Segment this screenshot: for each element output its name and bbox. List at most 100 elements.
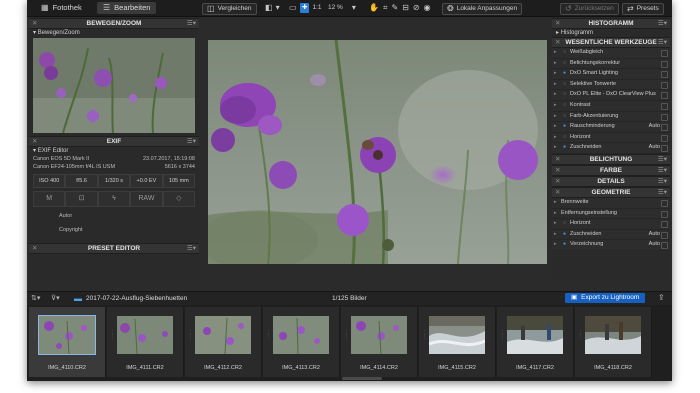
filmstrip-thumb[interactable]: ⋮ ⋮ IMG_4117.CR2 (497, 307, 574, 377)
tool-row[interactable]: ▸ ○ Horizont (552, 132, 670, 144)
settings-icon[interactable] (661, 221, 668, 229)
menu-icon[interactable]: ☰▾ (658, 19, 667, 28)
filmstrip-thumb[interactable]: ⋮ ⋮ IMG_4118.CR2 (575, 307, 652, 377)
tool-row[interactable]: ▸ ● Zuschneiden Auto (552, 143, 670, 154)
close-icon[interactable]: ✕ (555, 166, 560, 175)
geometry-row[interactable]: ▸ Entfernungseinstellung (552, 208, 670, 220)
settings-icon[interactable] (661, 134, 668, 142)
toggle-on-icon[interactable]: ● (563, 230, 566, 240)
export-lightroom-button[interactable]: ▣ Export zu Lightroom (565, 293, 646, 303)
geometry-row[interactable]: ▸ Brennweite (552, 197, 670, 209)
hand-tool-icon[interactable]: ✋ (369, 3, 379, 13)
close-icon[interactable]: ✕ (555, 19, 560, 28)
settings-icon[interactable] (661, 50, 668, 57)
toggle-icon[interactable]: ○ (563, 133, 566, 143)
zoom-100-button[interactable]: ✚ 1:1 (300, 3, 322, 13)
panel-header-preset[interactable]: ✕ PRESET EDITOR ☰▾ (29, 243, 199, 254)
settings-icon[interactable] (661, 145, 668, 153)
subsection-zoom[interactable]: ▾ Bewegen/Zoom (29, 29, 199, 37)
geometry-row[interactable]: ▸ ○ Horizont (552, 219, 670, 230)
local-adjustments-button[interactable]: ❂ Lokale Anpassungen (442, 3, 523, 15)
compare-button[interactable]: ◫ Vergleichen (202, 3, 257, 15)
toggle-icon[interactable]: ○ (563, 219, 566, 229)
horizon-icon[interactable]: ⊟ (402, 3, 409, 13)
panel-header-light[interactable]: ✕ BELICHTUNG ☰▾ (552, 153, 670, 165)
toggle-icon[interactable]: ○ (563, 59, 566, 69)
menu-icon[interactable]: ☰▾ (187, 19, 196, 28)
settings-icon[interactable] (661, 231, 668, 239)
main-image-viewer[interactable] (208, 40, 547, 264)
settings-icon[interactable] (661, 124, 668, 132)
filmstrip-thumb[interactable]: ⋮ ⋮ IMG_4115.CR2 (419, 307, 496, 377)
settings-icon[interactable] (661, 92, 668, 100)
zoom-select[interactable]: 12 % ▾ (328, 3, 356, 13)
tool-row[interactable]: ▸ ○ Selektive Tonwerte (552, 79, 670, 91)
settings-icon[interactable] (661, 81, 668, 89)
subsection-exif[interactable]: ▾ EXIF Editor (29, 147, 199, 155)
panel-header-details[interactable]: ✕ DETAILS ☰▾ (552, 175, 670, 187)
toggle-on-icon[interactable]: ● (563, 122, 566, 132)
tool-row[interactable]: ▸ ○ Weißabgleich (552, 48, 670, 59)
panel-header-exif[interactable]: ✕ EXIF ☰▾ (29, 136, 199, 147)
filmstrip-scrollbar[interactable] (342, 377, 382, 380)
panel-header-zoom[interactable]: ✕ BEWEGEN/ZOOM ☰▾ (29, 18, 199, 29)
toggle-icon[interactable]: ○ (563, 112, 566, 122)
settings-icon[interactable] (661, 199, 668, 207)
presets-button[interactable]: ⇄ Presets (622, 3, 664, 15)
menu-icon[interactable]: ☰▾ (658, 177, 667, 186)
filmstrip-thumb[interactable]: ⋮ ⋮ IMG_4112.CR2 (185, 307, 262, 377)
filter-icon[interactable]: ⊽▾ (51, 294, 60, 302)
close-icon[interactable]: ✕ (555, 177, 560, 186)
toggle-on-icon[interactable]: ● (563, 69, 566, 79)
fit-button[interactable]: ▭ (289, 3, 297, 13)
close-icon[interactable]: ✕ (32, 137, 37, 146)
settings-icon[interactable] (661, 242, 668, 250)
close-icon[interactable]: ✕ (32, 244, 37, 253)
settings-icon[interactable] (661, 71, 668, 79)
subsection-histogram[interactable]: ▸ Histogramm (552, 29, 670, 37)
tab-library[interactable]: ▦ Fotothek (35, 2, 88, 14)
filmstrip-thumb[interactable]: ⋮ ⋮ IMG_4110.CR2 (29, 307, 106, 377)
toggle-icon[interactable]: ○ (563, 90, 566, 100)
tool-row[interactable]: ▸ ● DxO Smart Lighting (552, 69, 670, 80)
preview-eye-icon[interactable]: ◉ (424, 3, 431, 13)
geometry-row[interactable]: ▸ ● Verzeichnung Auto (552, 240, 670, 251)
filmstrip-thumb[interactable]: ⋮ ⋮ IMG_4113.CR2 (263, 307, 340, 377)
sort-icon[interactable]: ⇅▾ (31, 294, 40, 302)
toggle-on-icon[interactable]: ● (563, 143, 566, 153)
settings-icon[interactable] (661, 60, 668, 68)
panel-header-histogram[interactable]: ✕ HISTOGRAMM ☰▾ (552, 18, 670, 29)
eyedropper-icon[interactable]: ✎ (391, 3, 398, 13)
menu-icon[interactable]: ☰▾ (187, 244, 196, 253)
toggle-icon[interactable]: ○ (563, 48, 566, 58)
menu-icon[interactable]: ☰▾ (658, 38, 667, 47)
geometry-row[interactable]: ▸ ● Zuschneiden Auto (552, 229, 670, 241)
share-icon[interactable]: ⇪ (658, 293, 665, 302)
tab-edit[interactable]: ☰ Bearbeiten (97, 2, 157, 14)
toggle-on-icon[interactable]: ● (563, 240, 566, 250)
filmstrip-thumb[interactable]: ⋮ ⋮ IMG_4114.CR2 (341, 307, 418, 377)
filmstrip-thumb[interactable]: ⋮ ⋮ IMG_4111.CR2 (107, 307, 184, 377)
panel-header-color[interactable]: ✕ FARBE ☰▾ (552, 164, 670, 176)
tool-row[interactable]: ▸ ○ Farb-Akzentuierung (552, 111, 670, 123)
settings-icon[interactable] (661, 113, 668, 121)
view-mode-button[interactable]: ◧ ▾ (265, 3, 280, 13)
menu-icon[interactable]: ☰▾ (187, 137, 196, 146)
close-icon[interactable]: ✕ (555, 155, 560, 164)
panel-header-tools[interactable]: ✕ WESENTLICHE WERKZEUGE ☰▾ (552, 37, 670, 48)
menu-icon[interactable]: ☰▾ (658, 166, 667, 175)
menu-icon[interactable]: ☰▾ (658, 155, 667, 164)
crop-icon[interactable]: ⌗ (383, 3, 388, 13)
tool-row[interactable]: ▸ ● Rauschminderung Auto (552, 122, 670, 133)
close-icon[interactable]: ✕ (555, 188, 560, 197)
toggle-icon[interactable]: ○ (563, 101, 566, 111)
repair-icon[interactable]: ⊘ (413, 3, 420, 13)
tool-row[interactable]: ▸ ○ Kontrast (552, 100, 670, 112)
close-icon[interactable]: ✕ (32, 19, 37, 28)
settings-icon[interactable] (661, 210, 668, 218)
menu-icon[interactable]: ☰▾ (658, 188, 667, 197)
reset-button[interactable]: ↺ Zurücksetzen (560, 3, 619, 15)
toggle-icon[interactable]: ○ (563, 80, 566, 90)
close-icon[interactable]: ✕ (555, 38, 560, 47)
tool-row[interactable]: ▸ ○ Belichtungskorrektur (552, 58, 670, 70)
